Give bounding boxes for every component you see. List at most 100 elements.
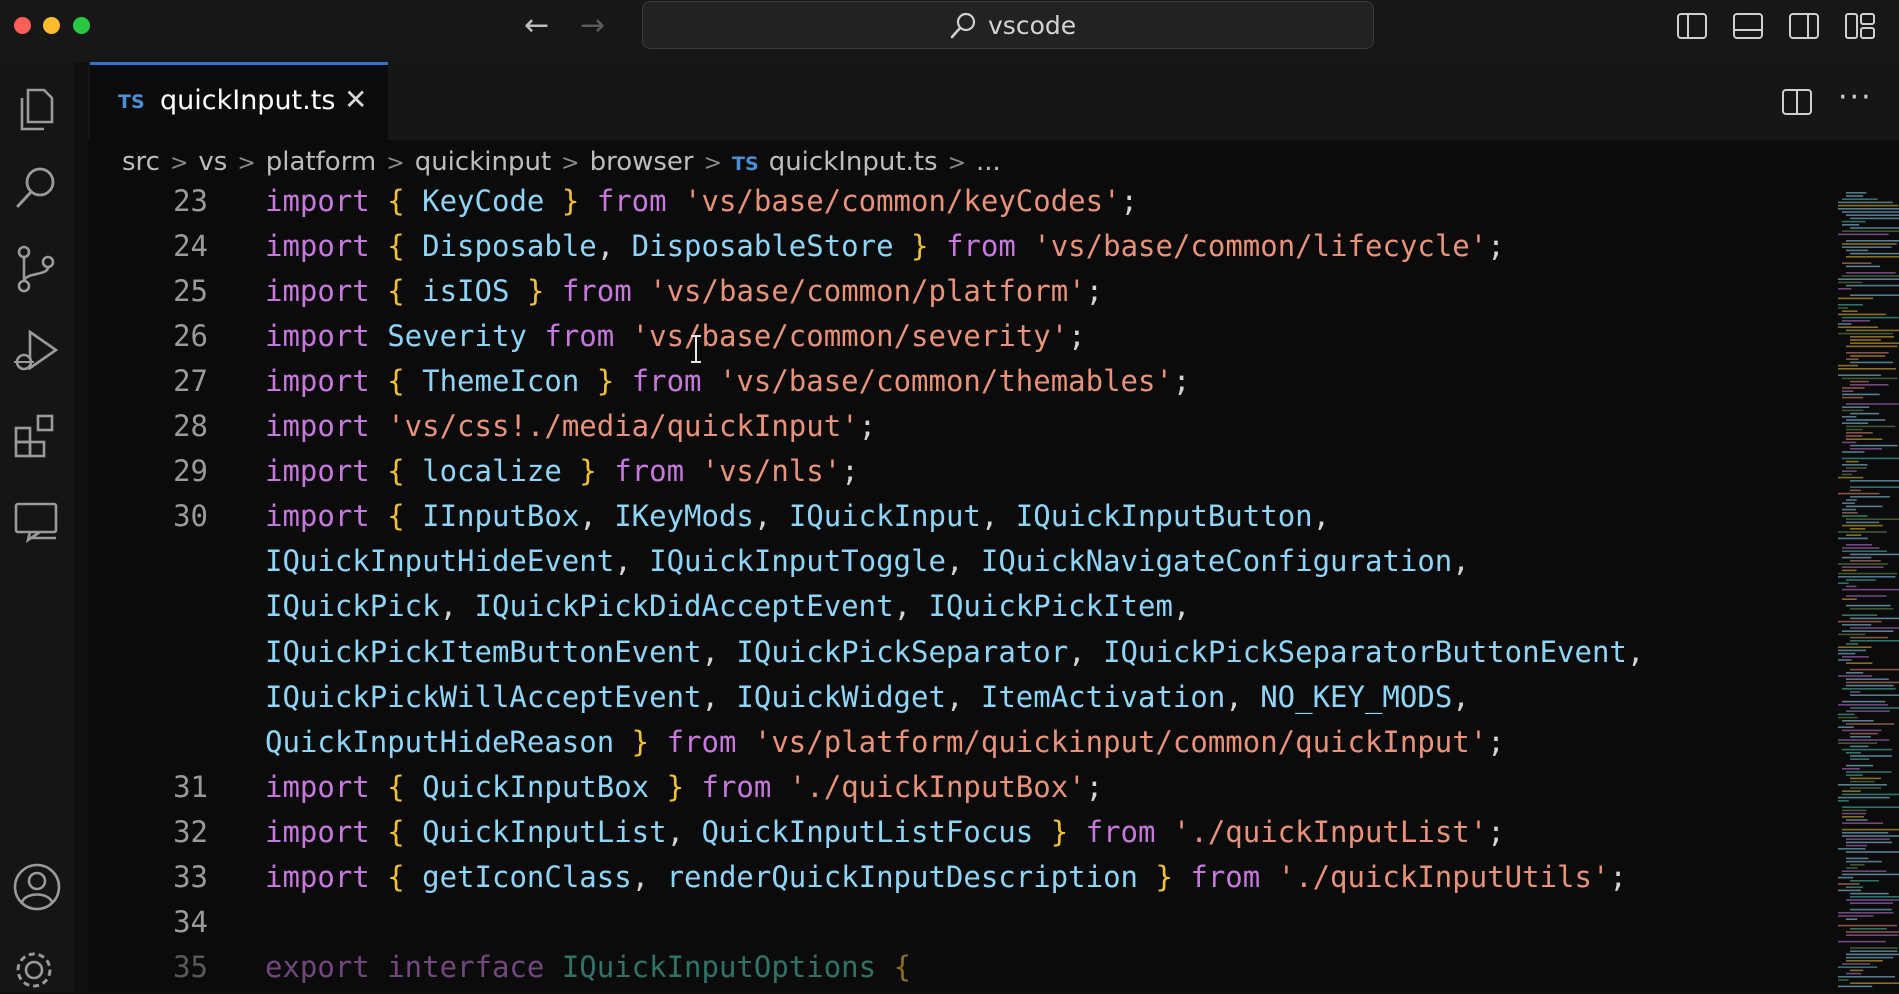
minimap-line: [1850, 736, 1871, 738]
code-line[interactable]: 31 import { QuickInputBox } from './quick…: [88, 765, 1738, 810]
code-line[interactable]: 30 import { IInputBox, IKeyMods, IQuickIn…: [88, 494, 1738, 539]
minimap-line: [1842, 406, 1870, 408]
code-token: from: [526, 319, 632, 353]
code-text: import Severity from 'vs/base/common/sev…: [265, 314, 1086, 359]
minimap-line: [1846, 518, 1899, 520]
tab-quickinput-ts[interactable]: TS quickInput.ts ✕: [90, 62, 388, 140]
command-center-search[interactable]: vscode: [642, 1, 1374, 49]
toggle-primary-sidebar-icon[interactable]: [1676, 10, 1708, 42]
remote-explorer-icon[interactable]: [10, 494, 64, 548]
minimap-line: [1850, 969, 1864, 972]
minimap-line: [1846, 838, 1890, 840]
breadcrumb-item-quickinput[interactable]: quickinput: [415, 147, 551, 177]
close-tab-icon[interactable]: ✕: [344, 83, 367, 116]
code-line[interactable]: IQuickPick, IQuickPickDidAcceptEvent, IQ…: [88, 584, 1738, 629]
minimap-line: [1846, 841, 1893, 844]
minimap-line: [1838, 633, 1866, 636]
more-actions-icon[interactable]: ···: [1838, 80, 1873, 115]
minimap-line: [1846, 851, 1899, 853]
code-line[interactable]: QuickInputHideReason } from 'vs/platform…: [88, 720, 1738, 765]
minimap-line: [1838, 374, 1881, 376]
activity-bar: [0, 62, 74, 992]
minimap-line: [1838, 649, 1867, 652]
code-line[interactable]: 23 import { KeyCode } from 'vs/base/commo…: [88, 188, 1738, 224]
code-token: }: [579, 364, 615, 398]
code-text: import { Disposable, DisposableStore } f…: [265, 224, 1505, 269]
go-forward-icon[interactable]: →: [580, 8, 605, 43]
close-window-button[interactable]: [14, 17, 31, 34]
minimap-line: [1850, 252, 1899, 255]
minimap-line: [1838, 204, 1899, 207]
code-token: isIOS: [422, 274, 510, 308]
toggle-panel-icon[interactable]: [1732, 10, 1764, 42]
minimap-line: [1838, 576, 1896, 578]
line-number: 31: [173, 770, 208, 804]
minimap-line: [1842, 198, 1878, 200]
minimize-window-button[interactable]: [43, 17, 60, 34]
minimap-line: [1846, 764, 1874, 767]
code-line[interactable]: IQuickPickItemButtonEvent, IQuickPickSep…: [88, 630, 1738, 675]
code-line[interactable]: 25 import { isIOS } from 'vs/base/common/…: [88, 269, 1738, 314]
minimap-line: [1842, 720, 1874, 722]
code-line[interactable]: 32 import { QuickInputList, QuickInputLis…: [88, 810, 1738, 855]
minimap[interactable]: [1836, 188, 1899, 992]
tab-bar: TS quickInput.ts ✕ ···: [88, 62, 1899, 140]
code-text: IQuickPick, IQuickPickDidAcceptEvent, IQ…: [265, 584, 1190, 629]
breadcrumb-separator: >: [169, 151, 189, 176]
code-token: ,: [579, 499, 615, 533]
minimap-line: [1842, 396, 1864, 399]
minimap-line: [1850, 947, 1898, 949]
code-line[interactable]: 34: [88, 900, 1738, 945]
account-icon[interactable]: [10, 860, 64, 914]
minimap-line: [1842, 211, 1899, 213]
source-control-icon[interactable]: [10, 242, 64, 296]
breadcrumb-item-file[interactable]: quickInput.ts: [769, 147, 938, 177]
manage-gear-icon[interactable]: [10, 940, 64, 994]
breadcrumb-item-symbols[interactable]: ...: [976, 147, 1001, 177]
code-line[interactable]: IQuickInputHideEvent, IQuickInputToggle,…: [88, 539, 1738, 584]
minimap-line: [1842, 451, 1865, 453]
breadcrumb-item-platform[interactable]: platform: [266, 147, 376, 177]
breadcrumb-item-vs[interactable]: vs: [198, 147, 227, 177]
explorer-icon[interactable]: [10, 82, 64, 136]
customize-layout-icon[interactable]: [1844, 10, 1876, 42]
minimap-line: [1838, 326, 1879, 328]
code-line[interactable]: 35 export interface IQuickInputOptions {: [88, 945, 1738, 990]
minimap-line: [1838, 889, 1861, 892]
search-icon[interactable]: [10, 160, 64, 214]
code-token: 'vs/nls': [701, 454, 842, 488]
code-line[interactable]: 28 import 'vs/css!./media/quickInput';: [88, 404, 1738, 449]
code-editor[interactable]: 23 import { KeyCode } from 'vs/base/commo…: [88, 188, 1738, 992]
breadcrumb-item-src[interactable]: src: [122, 147, 160, 177]
toggle-secondary-sidebar-icon[interactable]: [1788, 10, 1820, 42]
code-token: ;: [1085, 770, 1104, 804]
minimap-line: [1846, 844, 1868, 847]
maximize-window-button[interactable]: [73, 17, 90, 34]
breadcrumb-item-browser[interactable]: browser: [590, 147, 694, 177]
minimap-line: [1842, 457, 1899, 460]
code-text: import { KeyCode } from 'vs/base/common/…: [265, 188, 1138, 224]
code-line[interactable]: 24 import { Disposable, DisposableStore }…: [88, 224, 1738, 269]
code-line[interactable]: IQuickPickWillAcceptEvent, IQuickWidget,…: [88, 675, 1738, 720]
minimap-line: [1850, 902, 1893, 904]
minimap-line: [1842, 873, 1899, 876]
code-line[interactable]: 33 import { getIconClass, renderQuickInpu…: [88, 855, 1738, 900]
minimap-line: [1842, 598, 1857, 600]
minimap-line: [1838, 742, 1877, 744]
split-editor-icon[interactable]: [1781, 86, 1813, 118]
run-debug-icon[interactable]: [10, 324, 64, 378]
code-line[interactable]: 26 import Severity from 'vs/base/common/s…: [88, 314, 1738, 359]
code-line[interactable]: 29 import { localize } from 'vs/nls';: [88, 449, 1738, 494]
go-back-icon[interactable]: ←: [524, 8, 549, 43]
code-token: import: [265, 815, 388, 849]
minimap-line: [1846, 240, 1899, 242]
minimap-line: [1842, 320, 1870, 322]
code-token: IQuickPickDidAcceptEvent: [474, 589, 894, 623]
extensions-icon[interactable]: [10, 408, 64, 462]
minimap-line: [1838, 713, 1855, 716]
minimap-line: [1850, 864, 1865, 866]
minimap-line: [1838, 979, 1849, 981]
code-token: import: [265, 409, 388, 443]
code-line[interactable]: 27 import { ThemeIcon } from 'vs/base/com…: [88, 359, 1738, 404]
minimap-line: [1838, 912, 1894, 914]
